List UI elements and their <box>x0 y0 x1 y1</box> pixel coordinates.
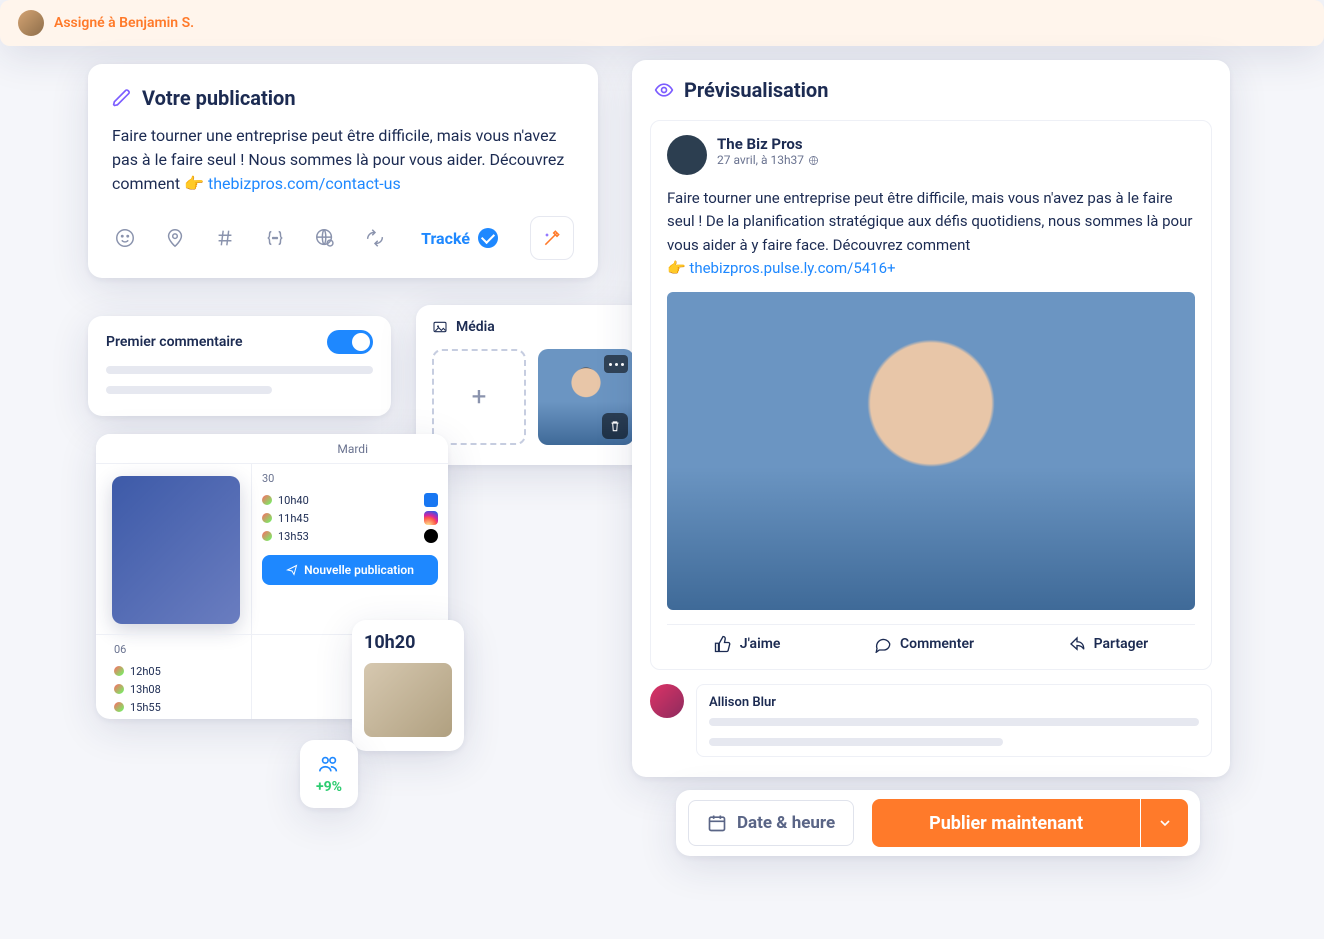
publish-bar: Date & heure Publier maintenant <box>676 790 1200 856</box>
assigned-pill[interactable]: Assigné à Benjamin S. <box>0 0 1324 46</box>
post-preview: The Biz Pros 27 avril, à 13h37 Faire tou… <box>650 120 1212 670</box>
comment-button[interactable]: Commenter <box>874 635 974 653</box>
post-image[interactable] <box>667 292 1195 610</box>
share-button[interactable]: Partager <box>1068 635 1149 653</box>
first-comment-card: Premier commentaire <box>88 316 391 416</box>
add-media-button[interactable]: + <box>432 349 526 445</box>
composer-title: Votre publication <box>142 86 296 110</box>
emoji-icon[interactable] <box>112 225 138 251</box>
day-number: 30 <box>262 472 438 485</box>
publish-dropdown-button[interactable] <box>1140 799 1188 847</box>
first-comment-toggle[interactable] <box>327 330 373 354</box>
author-avatar[interactable] <box>667 135 707 175</box>
date-label: Date & heure <box>737 813 835 833</box>
pointing-emoji: 👉 <box>667 259 686 277</box>
assigned-label: Assigné à Benjamin S. <box>54 15 194 31</box>
comment-row: Allison Blur <box>650 684 1212 757</box>
time-preview-card[interactable]: 10h20 <box>352 620 464 751</box>
event-time: 13h08 <box>130 683 161 696</box>
image-icon <box>432 319 448 335</box>
more-icon[interactable] <box>604 355 628 373</box>
calendar-icon <box>707 813 727 833</box>
author-name[interactable]: The Biz Pros <box>717 135 819 153</box>
placeholder-line <box>709 738 1003 746</box>
calendar-day-header: Mardi <box>96 434 448 464</box>
date-time-button[interactable]: Date & heure <box>688 800 854 846</box>
composer-header: Votre publication <box>112 86 574 110</box>
eye-icon <box>654 80 674 100</box>
media-card: Média + <box>416 305 650 465</box>
pencil-icon <box>112 88 132 108</box>
globe-icon <box>808 155 819 166</box>
post-link[interactable]: thebizpros.pulse.ly.com/5416+ <box>689 259 895 277</box>
account-avatar[interactable] <box>112 476 240 624</box>
composer-link[interactable]: thebizpros.com/contact-us <box>208 174 401 193</box>
preview-title: Prévisualisation <box>684 78 828 102</box>
preview-thumb <box>364 663 452 737</box>
ai-magic-button[interactable] <box>530 216 574 260</box>
tracked-label: Tracké <box>421 229 470 248</box>
translate-icon[interactable] <box>362 225 388 251</box>
commenter-avatar[interactable] <box>650 684 684 718</box>
composer-textarea[interactable]: Faire tourner une entreprise peut être d… <box>112 124 574 196</box>
share-label: Partager <box>1094 636 1149 652</box>
facebook-icon <box>424 493 438 507</box>
chevron-down-icon <box>1157 815 1173 831</box>
new-pub-label: Nouvelle publication <box>304 563 414 577</box>
placeholder-line <box>106 386 272 394</box>
comment-input[interactable]: Allison Blur <box>696 684 1212 757</box>
day-label: Mardi <box>337 442 368 456</box>
event-time: 13h53 <box>278 530 309 543</box>
first-comment-label: Premier commentaire <box>106 334 242 350</box>
check-icon <box>478 228 498 248</box>
globe-icon[interactable] <box>312 225 338 251</box>
event-time: 11h45 <box>278 512 309 525</box>
event-time: 10h40 <box>278 494 309 507</box>
preview-card: Prévisualisation The Biz Pros 27 avril, … <box>632 60 1230 777</box>
tiktok-icon <box>424 529 438 543</box>
composer-toolbar: Tracké <box>112 216 574 260</box>
media-thumbnail[interactable] <box>538 349 634 445</box>
publish-now-button[interactable]: Publier maintenant <box>872 799 1140 847</box>
publish-label: Publier maintenant <box>929 813 1083 834</box>
like-label: J'aime <box>740 636 781 652</box>
pointing-emoji: 👉 <box>184 174 204 193</box>
growth-value: +9% <box>316 779 342 795</box>
preview-header: Prévisualisation <box>632 60 1230 116</box>
calendar-event[interactable]: 13h53 <box>262 527 438 545</box>
location-icon[interactable] <box>162 225 188 251</box>
time-label: 10h20 <box>364 632 452 653</box>
new-publication-button[interactable]: Nouvelle publication <box>262 555 438 585</box>
comment-label: Commenter <box>900 636 974 652</box>
placeholder-line <box>709 718 1199 726</box>
delete-icon[interactable] <box>602 413 628 439</box>
post-timestamp: 27 avril, à 13h37 <box>717 153 804 167</box>
variables-icon[interactable] <box>262 225 288 251</box>
calendar-event[interactable]: 11h45 <box>262 509 438 527</box>
audience-growth-badge[interactable]: +9% <box>300 740 358 808</box>
tracked-indicator[interactable]: Tracké <box>421 228 498 248</box>
like-button[interactable]: J'aime <box>714 635 781 653</box>
hashtag-icon[interactable] <box>212 225 238 251</box>
placeholder-line <box>106 366 373 374</box>
composer-card: Votre publication Faire tourner une entr… <box>88 64 598 278</box>
event-time: 12h05 <box>130 665 161 678</box>
post-text: Faire tourner une entreprise peut être d… <box>667 189 1192 254</box>
assignee-avatar <box>18 10 44 36</box>
commenter-name: Allison Blur <box>709 695 1199 710</box>
calendar-event[interactable]: 10h40 <box>262 491 438 509</box>
media-title: Média <box>456 319 495 335</box>
people-icon <box>318 753 340 775</box>
event-time: 15h55 <box>130 701 161 714</box>
instagram-icon <box>424 511 438 525</box>
post-body: Faire tourner une entreprise peut être d… <box>667 187 1195 280</box>
